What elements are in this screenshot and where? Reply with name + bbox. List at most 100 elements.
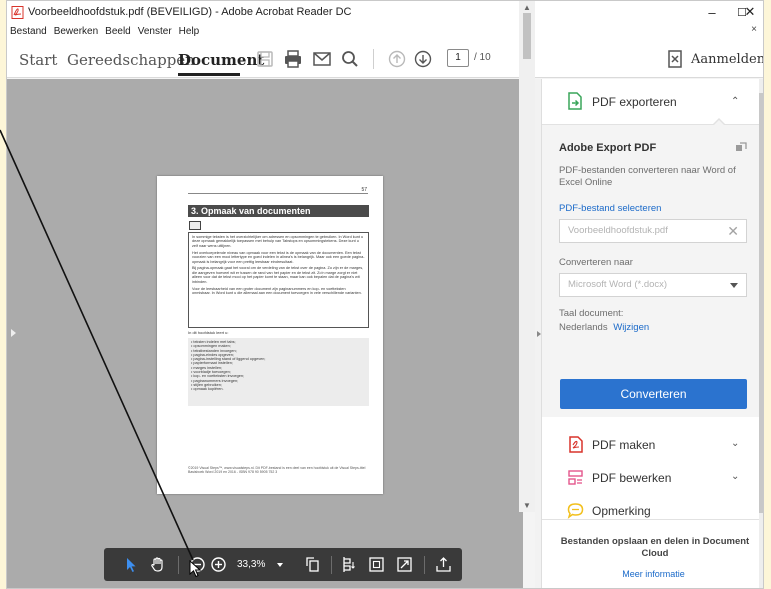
tab-gereedschappen[interactable]: Gereedschappen	[67, 51, 195, 69]
pane-splitter[interactable]	[535, 79, 542, 588]
previous-page-icon[interactable]	[387, 49, 407, 69]
export-pdf-panel: Adobe Export PDF PDF-bestanden converter…	[542, 118, 763, 417]
page-header-rule	[188, 193, 368, 194]
zoom-dropdown-icon[interactable]	[277, 563, 283, 567]
desktop-background: Voorbeeldhoofdstuk.pdf (BEVEILIGD) - Ado…	[0, 0, 771, 589]
comment-icon	[567, 503, 584, 519]
chevron-down-icon	[730, 283, 738, 288]
intro-paragraph: Het overkoepelende niveau van opmaak voo…	[192, 250, 365, 264]
pdf-page: 57 3. Opmaak van documenten In sommige t…	[157, 176, 383, 494]
window-title: Voorbeeldhoofdstuk.pdf (BEVEILIGD) - Ado…	[28, 6, 352, 18]
minimize-button[interactable]: –	[695, 1, 729, 23]
intro-paragraph: Bij pagina-opmaak gaat het vooral om de …	[192, 266, 364, 284]
intro-paragraph: In sommige teksten is het overzichtelijk…	[192, 235, 364, 248]
tool-create-pdf[interactable]: PDF maken ⌄	[542, 428, 763, 461]
scroll-down-icon[interactable]: ▼	[523, 501, 531, 510]
floatbar-separator	[178, 556, 179, 574]
learning-intro: In dit hoofdstuk leert u:	[188, 330, 229, 335]
zoom-in-icon[interactable]	[210, 556, 227, 573]
floatbar-separator	[424, 556, 425, 574]
edit-pdf-label: PDF bewerken	[592, 471, 672, 485]
convert-button[interactable]: Converteren	[560, 379, 747, 409]
acrobat-window: Voorbeeldhoofdstuk.pdf (BEVEILIGD) - Ado…	[6, 0, 764, 589]
edit-pdf-icon	[568, 470, 583, 485]
hand-tool-icon[interactable]	[149, 556, 166, 573]
more-info-link[interactable]: Meer informatie	[542, 569, 763, 579]
next-page-icon[interactable]	[413, 49, 433, 69]
share-upload-icon[interactable]	[435, 556, 452, 573]
signin-button[interactable]: Aanmelden	[691, 52, 763, 67]
more-info-label: Meer informatie	[622, 569, 685, 579]
create-pdf-icon	[569, 436, 583, 453]
select-cursor-icon[interactable]	[122, 556, 139, 573]
tool-edit-pdf[interactable]: PDF bewerken ⌄	[542, 461, 763, 494]
selected-file-field[interactable]: Voorbeeldhoofdstuk.pdf ✕	[559, 219, 747, 243]
mouse-pointer-icon	[189, 560, 202, 578]
menu-bewerken[interactable]: Bewerken	[54, 26, 98, 37]
document-scrollbar[interactable]: ▲ ▼	[519, 1, 535, 512]
language-value: Nederlands	[559, 322, 608, 333]
menu-venster[interactable]: Venster	[138, 26, 172, 37]
language-row: Nederlands Wijzigen	[559, 322, 649, 333]
panel-pointer-fill	[713, 120, 725, 126]
search-icon[interactable]	[340, 49, 360, 69]
zoom-level-value: 33,3%	[237, 559, 266, 570]
menu-bestand[interactable]: Bestand	[10, 26, 47, 37]
expand-left-icon[interactable]	[11, 329, 16, 337]
floating-toolbar: 33,3%	[104, 548, 462, 581]
clear-file-icon[interactable]: ✕	[727, 220, 739, 242]
export-pdf-header[interactable]: PDF exporteren ⌃	[542, 79, 763, 124]
acrobat-icon	[11, 5, 24, 19]
convert-to-label: Converteren naar	[559, 257, 633, 268]
adobe-export-title: Adobe Export PDF	[559, 142, 657, 154]
scroll-mode-icon[interactable]	[341, 556, 358, 573]
adobe-export-description: PDF-bestanden converteren naar Word of E…	[559, 165, 736, 188]
chapter-icon	[189, 221, 201, 230]
chevron-up-icon[interactable]: ⌃	[731, 96, 739, 107]
scroll-up-icon[interactable]: ▲	[523, 3, 531, 12]
change-language-link[interactable]: Wijzigen	[613, 322, 649, 333]
scrollbar-thumb[interactable]	[523, 13, 531, 59]
format-select-value: Microsoft Word (*.docx)	[568, 279, 668, 290]
page-number-input[interactable]: 1	[447, 49, 469, 67]
tools-pane-scrollbar[interactable]	[759, 79, 763, 588]
page-number-label: 57	[361, 187, 367, 193]
intro-paragraph: Voor de leesbaarheid van een groter docu…	[192, 286, 362, 295]
active-tab-indicator	[178, 73, 240, 76]
tools-pane-scroll-thumb[interactable]	[759, 93, 763, 513]
comment-label: Opmerking	[592, 504, 651, 518]
document-viewer[interactable]: 57 3. Opmaak van documenten In sommige t…	[7, 79, 523, 588]
menu-beeld[interactable]: Beeld	[105, 26, 131, 37]
save-icon[interactable]	[255, 49, 275, 69]
tab-start[interactable]: Start	[19, 51, 57, 69]
fit-page-icon[interactable]	[368, 556, 385, 573]
chapter-heading: 3. Opmaak van documenten	[188, 205, 369, 217]
export-pdf-icon	[568, 92, 582, 110]
learning-list: • teksten indelen met tabs; • opsomminge…	[188, 338, 369, 406]
signin-icon[interactable]	[667, 50, 683, 68]
document-cloud-text: Bestanden opslaan en delen in Document C…	[560, 536, 750, 559]
collapse-pane-icon[interactable]	[537, 331, 541, 337]
main-toolbar: Start Gereedschappen Document 1 / 10 Aan…	[7, 40, 763, 78]
menu-help[interactable]: Help	[179, 26, 200, 37]
floatbar-separator	[331, 556, 332, 574]
create-pdf-label: PDF maken	[592, 438, 656, 452]
email-icon[interactable]	[312, 49, 332, 69]
menu-close-icon[interactable]: ×	[751, 24, 757, 35]
full-screen-icon[interactable]	[396, 556, 413, 573]
format-select[interactable]: Microsoft Word (*.docx)	[559, 273, 747, 297]
menu-bar: Bestand Bewerken Beeld Venster Help ×	[7, 23, 763, 40]
page-footer: ©2019 Visual Steps™, www.visualsteps.nl.…	[188, 466, 366, 474]
tool-comment[interactable]: Opmerking	[542, 494, 763, 519]
chevron-down-icon[interactable]: ⌄	[731, 471, 739, 482]
rotate-page-icon[interactable]	[304, 556, 321, 573]
tab-document[interactable]: Document	[178, 51, 264, 69]
page-total: / 10	[474, 52, 491, 63]
print-icon[interactable]	[283, 49, 303, 69]
chevron-down-icon[interactable]: ⌄	[731, 438, 739, 449]
subscription-icon[interactable]	[734, 141, 748, 155]
language-label: Taal document:	[559, 308, 624, 319]
selected-file-value: Voorbeeldhoofdstuk.pdf	[568, 225, 668, 236]
close-button[interactable]: ✕	[733, 1, 763, 23]
select-pdf-link[interactable]: PDF-bestand selecteren	[559, 203, 661, 214]
